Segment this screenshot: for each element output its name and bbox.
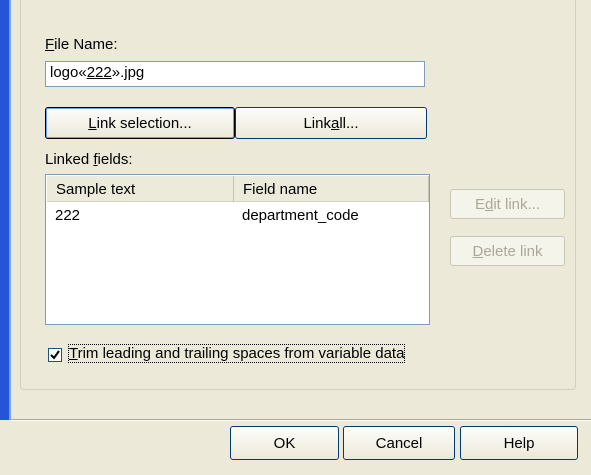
file-name-text-suffix: ».jpg [111,64,145,81]
separator-highlight [11,420,591,421]
file-name-text-prefix: logo« [50,64,87,81]
field-name-cell: department_code [242,207,359,224]
link-all-mnemonic: a [331,114,340,132]
delete-link-label: elete link [483,242,543,260]
cancel-label: Cancel [375,434,423,452]
trim-spaces-label[interactable]: Trim leading and trailing spaces from va… [67,344,406,363]
delete-link-button[interactable]: Delete link [450,236,565,266]
window-frame-bottom-left [0,420,11,475]
linked-fields-list[interactable]: Sample text Field name 222 department_co… [45,174,430,325]
link-selection-mnemonic: L [88,114,97,132]
window-frame-left [0,0,9,420]
edit-link-button[interactable]: Ed it link... [450,189,565,219]
edit-link-label: it link... [493,195,541,213]
ok-label: OK [273,434,296,452]
link-all-prefix: Link [303,114,331,132]
delete-link-mnemonic: D [472,242,484,260]
ok-button[interactable]: OK [230,426,339,460]
sample-text-cell: 222 [55,207,81,224]
checkmark-icon [50,350,60,360]
list-item[interactable]: 222 department_code [47,205,428,227]
column-header-sample-text[interactable]: Sample text [47,176,234,202]
link-all-button[interactable]: Link a ll... [235,107,427,139]
edit-link-mnemonic: d [484,195,494,213]
help-button[interactable]: Help [460,426,578,460]
column-header-field-name[interactable]: Field name [234,176,429,202]
file-name-input[interactable]: logo«222».jpg [45,61,425,87]
link-selection-button[interactable]: Link selection... [45,107,235,139]
help-label: Help [503,434,535,452]
edit-link-prefix: E [474,195,485,213]
linked-fields-label: Linked fields: [45,151,133,168]
file-name-variable: 222 [86,64,112,81]
link-all-label: ll... [339,114,359,132]
trim-spaces-checkbox[interactable] [48,348,62,362]
list-header: Sample text Field name [47,176,429,202]
file-name-label: File Name: [45,36,118,53]
link-selection-label: ink selection... [96,114,192,132]
cancel-button[interactable]: Cancel [343,426,455,460]
window-frame-left-highlight [9,0,11,420]
